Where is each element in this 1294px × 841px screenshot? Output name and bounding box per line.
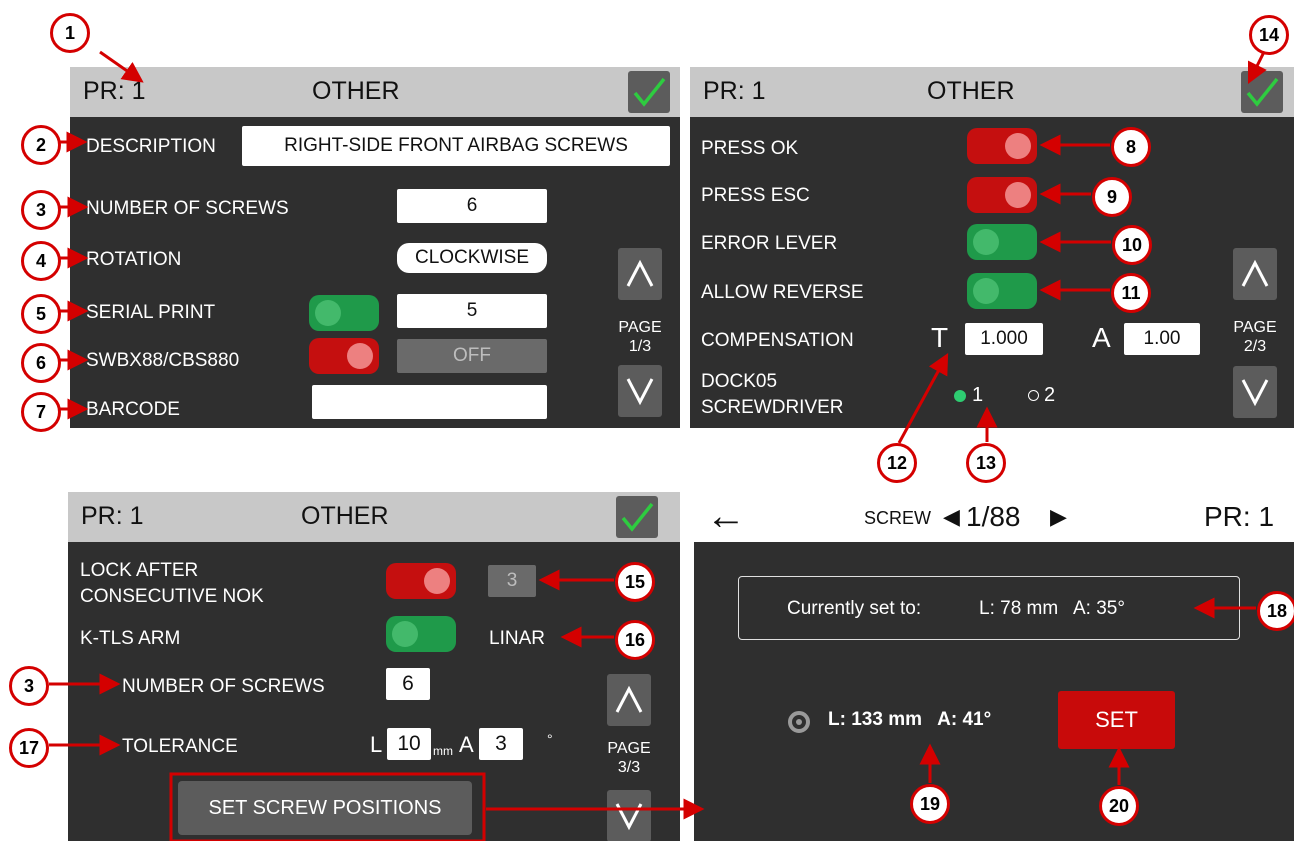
callout-badge-4: 4 xyxy=(21,241,61,281)
callout-arrow-12 xyxy=(897,353,949,444)
callout-badge-3b: 3 xyxy=(9,666,49,706)
callout-badge-5: 5 xyxy=(21,294,61,334)
callout-badge-17: 17 xyxy=(9,728,49,768)
callout-badge-1: 1 xyxy=(50,13,90,53)
callout-badge-18: 18 xyxy=(1257,591,1294,631)
callout-badge-10: 10 xyxy=(1112,225,1152,265)
callout-badge-3: 3 xyxy=(21,190,61,230)
callout-badge-2: 2 xyxy=(21,125,61,165)
callout-badge-19: 19 xyxy=(910,784,950,824)
callout-badge-11: 11 xyxy=(1111,273,1151,313)
callout-badge-14: 14 xyxy=(1249,15,1289,55)
callout-badge-9: 9 xyxy=(1092,177,1132,217)
callout-arrow-14 xyxy=(1247,51,1267,85)
callout-badge-6: 6 xyxy=(21,343,61,383)
callout-badge-15: 15 xyxy=(615,562,655,602)
highlight-box xyxy=(169,772,486,841)
callout-badge-16: 16 xyxy=(615,620,655,660)
callout-arrows xyxy=(49,50,1267,841)
callout-badge-8: 8 xyxy=(1111,127,1151,167)
callout-badge-7: 7 xyxy=(21,392,61,432)
callout-arrow-1 xyxy=(99,50,144,83)
callout-badge-20: 20 xyxy=(1099,786,1139,826)
callout-badge-13: 13 xyxy=(966,443,1006,483)
callout-badge-12: 12 xyxy=(877,443,917,483)
